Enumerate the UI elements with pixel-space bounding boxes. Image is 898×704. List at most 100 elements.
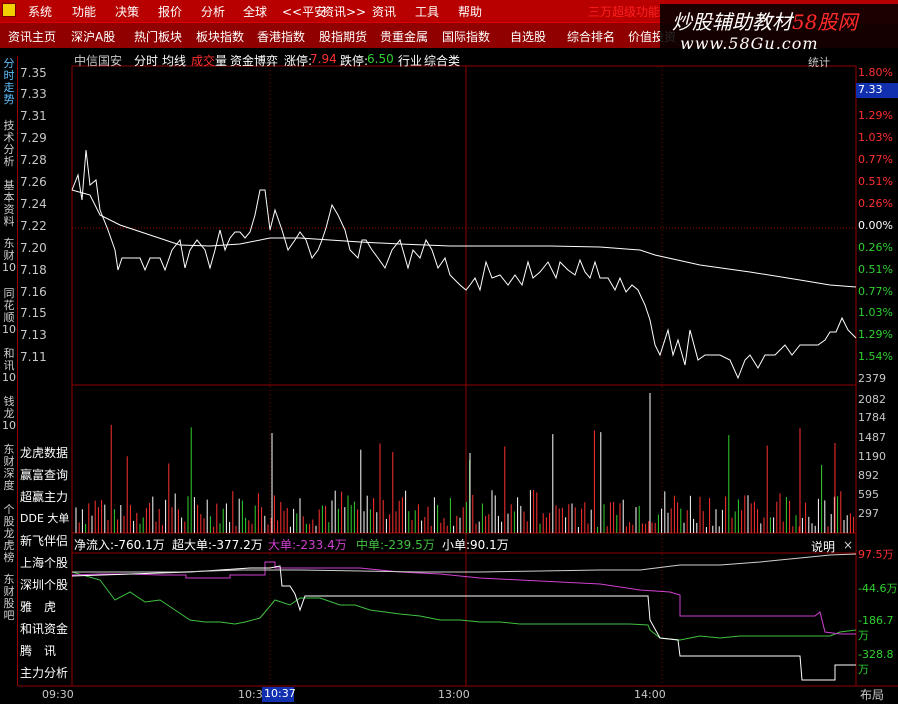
price-tick: 7.11	[20, 350, 47, 364]
menu-news[interactable]: 资讯	[372, 3, 396, 20]
menu-news-nav[interactable]: 资讯>>	[322, 3, 366, 20]
limit-down-value: 6.50	[367, 52, 394, 66]
industry-value: 综合类	[424, 54, 461, 68]
flow-extra-large: 超大单:-377.2万	[172, 538, 263, 552]
flow-tick: 97.5万	[858, 548, 894, 561]
vtab-eastmoney10[interactable]: 东财10	[1, 238, 17, 274]
limit-up-value: 7.94	[310, 52, 337, 66]
side-dragon-tiger[interactable]: 龙虎数据	[20, 444, 72, 461]
pct-tick: 1.29%	[858, 109, 893, 122]
stats-button[interactable]: 统计	[808, 54, 830, 70]
pct-tick: 0.77%	[858, 153, 893, 166]
menu-quote[interactable]: 报价	[158, 3, 182, 20]
volume-toggle-b[interactable]: 量	[215, 52, 227, 69]
watermark-title: 炒股辅助教材58股网	[672, 10, 858, 34]
flow-line-overall	[72, 553, 857, 573]
tab-precious-metals[interactable]: 贵重金属	[380, 28, 428, 45]
flow-tick: -328.8万	[858, 648, 894, 676]
price-tick: 7.15	[20, 306, 47, 320]
vtab-fundamentals[interactable]: 基本资料	[1, 180, 17, 228]
explain-button[interactable]: 说明	[811, 538, 835, 555]
side-main-force[interactable]: 超赢主力	[20, 488, 72, 505]
menu-system[interactable]: 系统	[28, 3, 52, 20]
chart-canvas[interactable]	[0, 0, 898, 704]
industry-label: 行业	[398, 54, 423, 68]
tab-news-home[interactable]: 资讯主页	[8, 28, 56, 45]
left-vertical-tabs: 分时走势 技术分析 基本资料 东财10 同花顺10 和讯10 钱龙10 东财深度…	[0, 56, 18, 686]
pct-tick: 1.29%	[858, 328, 893, 341]
tab-watchlist[interactable]: 自选股	[510, 28, 546, 45]
vtab-intraday[interactable]: 分时走势	[1, 58, 17, 106]
pct-tick: 0.51%	[858, 175, 893, 188]
tab-index-futures[interactable]: 股指期货	[319, 28, 367, 45]
pct-tick: 0.77%	[858, 285, 893, 298]
tab-rankings[interactable]: 综合排名	[567, 28, 615, 45]
menu-pingan[interactable]: <<平安	[282, 3, 326, 20]
pct-tick: 0.26%	[858, 197, 893, 210]
menu-tools[interactable]: 工具	[415, 3, 439, 20]
close-icon[interactable]: ×	[843, 538, 853, 552]
price-tick: 7.16	[20, 285, 47, 299]
vtab-hexun10[interactable]: 和讯10	[1, 348, 17, 384]
side-hexun-fund[interactable]: 和讯资金	[20, 620, 72, 637]
average-price-line	[71, 189, 857, 288]
volume-bars	[75, 393, 855, 533]
vtab-dragon-tiger[interactable]: 个股龙虎榜	[1, 504, 17, 564]
pct-tick: 1.54%	[858, 350, 893, 363]
side-dde[interactable]: DDE 大单	[20, 510, 72, 526]
pct-tick: 1.80%	[858, 66, 893, 79]
side-main-analysis[interactable]: 主力分析	[20, 664, 72, 681]
time-tick: 10:3	[238, 688, 263, 701]
view-intraday[interactable]: 分时	[134, 52, 158, 69]
side-shenzhen[interactable]: 深圳个股	[20, 576, 72, 593]
stock-name: 中信国安	[74, 54, 123, 68]
vtab-eastmoney-depth[interactable]: 东财深度	[1, 444, 17, 492]
money-game-toggle[interactable]: 资金博弈	[230, 52, 278, 69]
menu-decision[interactable]: 决策	[115, 3, 139, 20]
volume-tick: 892	[858, 469, 879, 482]
tab-sector-index[interactable]: 板块指数	[196, 28, 244, 45]
menu-global[interactable]: 全球	[243, 3, 267, 20]
pct-tick: 0.51%	[858, 263, 893, 276]
volume-tick: 1784	[858, 411, 886, 424]
tab-sh-sz-a[interactable]: 深沪A股	[71, 28, 115, 45]
volume-tick: 595	[858, 488, 879, 501]
time-tick: 13:00	[438, 688, 470, 701]
side-yingfu[interactable]: 赢富查询	[20, 466, 72, 483]
vtab-ths10[interactable]: 同花顺10	[1, 288, 17, 336]
vtab-technical[interactable]: 技术分析	[1, 120, 17, 168]
tab-hot-sectors[interactable]: 热门板块	[134, 28, 182, 45]
menubar-promo-text: 三万超级功能	[588, 5, 661, 19]
price-tick: 7.20	[20, 241, 47, 255]
side-tencent[interactable]: 腾 讯	[20, 642, 72, 659]
price-line	[71, 149, 857, 380]
price-tick: 7.28	[20, 153, 47, 167]
side-yahoo[interactable]: 雅 虎	[20, 598, 72, 615]
menu-function[interactable]: 功能	[72, 3, 96, 20]
time-tick: 09:30	[42, 688, 74, 701]
price-tick: 7.24	[20, 197, 47, 211]
flow-tick: -44.6万	[858, 582, 898, 595]
volume-toggle-a[interactable]: 成交	[191, 52, 215, 69]
volume-tick: 2082	[858, 393, 886, 406]
price-tick: 7.26	[20, 175, 47, 189]
tab-hk-index[interactable]: 香港指数	[257, 28, 305, 45]
tab-intl-index[interactable]: 国际指数	[442, 28, 490, 45]
vtab-qianlong10[interactable]: 钱龙10	[1, 396, 17, 432]
vtab-guba[interactable]: 东财股吧	[1, 574, 17, 622]
flow-small: 小单:90.1万	[442, 538, 509, 552]
volume-tick: 1487	[858, 431, 886, 444]
limit-up-label: 涨停:	[284, 54, 313, 68]
avg-line-toggle[interactable]: 均线	[162, 52, 186, 69]
menu-analysis[interactable]: 分析	[201, 3, 225, 20]
price-tick: 7.29	[20, 131, 47, 145]
menu-help[interactable]: 帮助	[458, 3, 482, 20]
app-logo-icon	[2, 3, 16, 17]
price-tick: 7.22	[20, 219, 47, 233]
side-shanghai[interactable]: 上海个股	[20, 554, 72, 571]
layout-button[interactable]: 布局	[860, 686, 898, 704]
flow-line-net	[71, 565, 856, 681]
side-xinfei[interactable]: 新飞伴侣	[20, 532, 72, 549]
flow-mid: 中单:-239.5万	[356, 538, 435, 552]
pct-tick: 0.00%	[858, 219, 893, 232]
